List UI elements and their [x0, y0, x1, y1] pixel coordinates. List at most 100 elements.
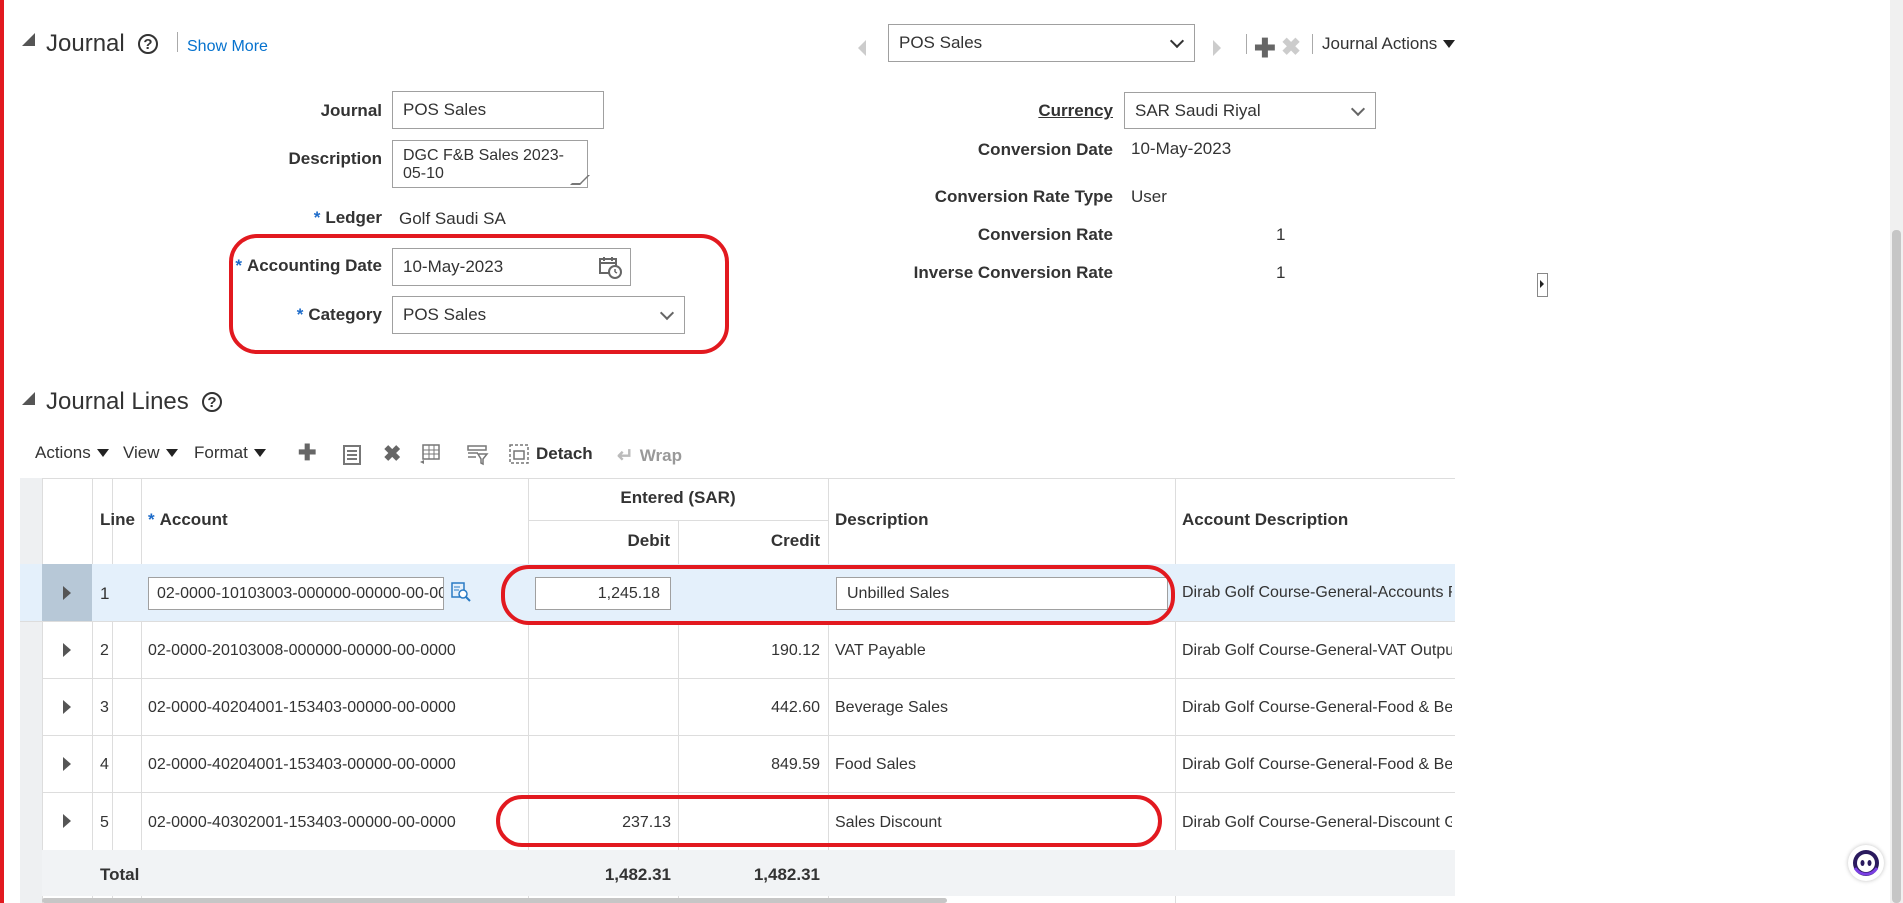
currency-value: SAR Saudi Riyal — [1135, 100, 1261, 120]
column-header-debit[interactable]: Debit — [528, 531, 671, 551]
view-label: View — [123, 443, 160, 462]
conversion-date-value: 10-May-2023 — [1131, 139, 1232, 158]
vertical-scrollbar[interactable] — [1890, 0, 1903, 903]
detach-button[interactable]: Detach — [508, 443, 593, 465]
account-input[interactable]: 02-0000-10103003-000000-00000-00-0000 — [148, 577, 444, 610]
journal-label: Journal — [320, 101, 382, 120]
line-number: 5 — [100, 814, 109, 831]
column-header-line[interactable]: Line — [100, 510, 135, 530]
expand-row-icon[interactable] — [63, 586, 71, 600]
line-number: 3 — [100, 699, 109, 716]
row-header-gutter — [20, 478, 43, 903]
description-label: Description — [288, 149, 382, 168]
chevron-down-icon — [1350, 101, 1366, 116]
collapse-lines-icon[interactable] — [22, 392, 35, 405]
expand-panel-button[interactable] — [1537, 273, 1548, 297]
detach-icon — [509, 444, 529, 464]
account-description-cell: Dirab Golf Course-General-Accounts Recei… — [1182, 584, 1452, 601]
currency-label[interactable]: Currency — [960, 101, 1113, 121]
divider — [1246, 34, 1247, 54]
column-header-description[interactable]: Description — [835, 510, 929, 530]
assistant-bot-icon[interactable] — [1848, 845, 1884, 881]
wrap-label: Wrap — [639, 445, 682, 465]
account-description-cell: Dirab Golf Course-General-Food & Beverag… — [1182, 699, 1452, 716]
column-header-credit[interactable]: Credit — [678, 531, 820, 551]
line-number: 4 — [100, 756, 109, 773]
scrollbar-thumb[interactable] — [1892, 230, 1901, 903]
journal-lines-help-icon[interactable]: ? — [202, 392, 222, 412]
conversion-rate-value: 1 — [1276, 225, 1286, 244]
conversion-rate-label: Conversion Rate — [977, 225, 1113, 244]
credit-cell: 849.59 — [771, 756, 820, 773]
description-textarea[interactable]: DGC F&B Sales 2023-05-10 — [392, 140, 590, 188]
ledger-label-text: Ledger — [325, 208, 382, 227]
detach-label: Detach — [536, 444, 593, 463]
journal-name-input[interactable]: POS Sales — [392, 91, 604, 129]
description-cell: Food Sales — [835, 756, 916, 773]
account-search-icon[interactable] — [450, 581, 472, 608]
journal-section-title: Journal — [46, 30, 125, 57]
conversion-date-label: Conversion Date — [977, 140, 1113, 159]
account-description-cell: Dirab Golf Course-General-VAT Output — [1182, 642, 1452, 659]
delete-journal-icon[interactable]: ✖ — [1281, 33, 1301, 62]
inverse-conversion-rate-label: Inverse Conversion Rate — [913, 263, 1113, 282]
query-by-example-icon[interactable] — [466, 443, 490, 472]
journal-selector[interactable]: POS Sales — [888, 24, 1195, 62]
duplicate-row-icon[interactable] — [341, 444, 363, 471]
journal-selector-value: POS Sales — [899, 33, 983, 52]
horizontal-scrollbar[interactable] — [42, 898, 947, 903]
journal-lines-title: Journal Lines — [46, 388, 189, 415]
expand-row-icon[interactable] — [63, 643, 71, 657]
left-accent-bar — [0, 0, 4, 903]
description-cell: VAT Payable — [835, 642, 926, 659]
format-menu[interactable]: Format — [194, 443, 266, 463]
expand-row-icon[interactable] — [63, 757, 71, 771]
conversion-rate-type-value: User — [1131, 187, 1167, 206]
journal-help-icon[interactable]: ? — [138, 34, 158, 54]
columns-icon[interactable] — [418, 442, 442, 471]
journal-actions-menu[interactable]: Journal Actions — [1322, 34, 1456, 54]
wrap-button[interactable]: ↵ Wrap — [617, 443, 682, 468]
add-row-icon[interactable]: ✚ — [298, 440, 316, 466]
total-label: Total — [100, 865, 140, 884]
next-journal-icon[interactable] — [1213, 40, 1221, 56]
column-header-entered: Entered (SAR) — [620, 488, 736, 507]
add-journal-icon[interactable]: ✚ — [1254, 33, 1276, 64]
required-marker: * — [148, 510, 155, 529]
highlight-annotation — [229, 234, 729, 354]
expand-row-icon[interactable] — [63, 814, 71, 828]
expand-row-icon[interactable] — [63, 700, 71, 714]
credit-cell: 442.60 — [771, 699, 820, 716]
account-header-text: Account — [159, 510, 228, 529]
dropdown-arrow-icon — [253, 449, 266, 457]
account-description-cell: Dirab Golf Course-General-Food & Beverag… — [1182, 756, 1452, 773]
conversion-rate-type-label: Conversion Rate Type — [934, 187, 1113, 206]
ledger-label: * Ledger — [262, 208, 382, 228]
delete-row-icon[interactable]: ✖ — [383, 441, 401, 467]
description-value: DGC F&B Sales 2023-05-10 — [403, 147, 564, 182]
divider — [1312, 34, 1313, 54]
account-cell: 02-0000-40204001-153403-00000-00-0000 — [148, 756, 456, 773]
previous-journal-icon[interactable] — [858, 40, 866, 56]
line-number: 2 — [100, 642, 109, 659]
total-credit: 1,482.31 — [753, 865, 820, 884]
inverse-conversion-rate-value: 1 — [1276, 263, 1286, 282]
show-more-link[interactable]: Show More — [187, 38, 268, 56]
required-marker: * — [313, 208, 321, 227]
account-cell: 02-0000-40204001-153403-00000-00-0000 — [148, 699, 456, 716]
column-header-account-description[interactable]: Account Description — [1182, 510, 1348, 530]
journal-actions-label: Journal Actions — [1322, 34, 1438, 53]
description-cell: Beverage Sales — [835, 699, 948, 716]
column-header-account[interactable]: * Account — [148, 510, 228, 530]
collapse-journal-icon[interactable] — [22, 33, 35, 46]
currency-select[interactable]: SAR Saudi Riyal — [1124, 92, 1376, 129]
header-separator — [528, 520, 828, 521]
dropdown-arrow-icon — [1443, 40, 1456, 48]
account-cell: 02-0000-40302001-153403-00000-00-0000 — [148, 814, 456, 831]
view-menu[interactable]: View — [123, 443, 178, 463]
actions-menu[interactable]: Actions — [35, 443, 109, 463]
divider — [177, 32, 178, 52]
format-label: Format — [194, 443, 248, 462]
account-cell: 02-0000-20103008-000000-00000-00-0000 — [148, 642, 456, 659]
dropdown-arrow-icon — [96, 449, 109, 457]
